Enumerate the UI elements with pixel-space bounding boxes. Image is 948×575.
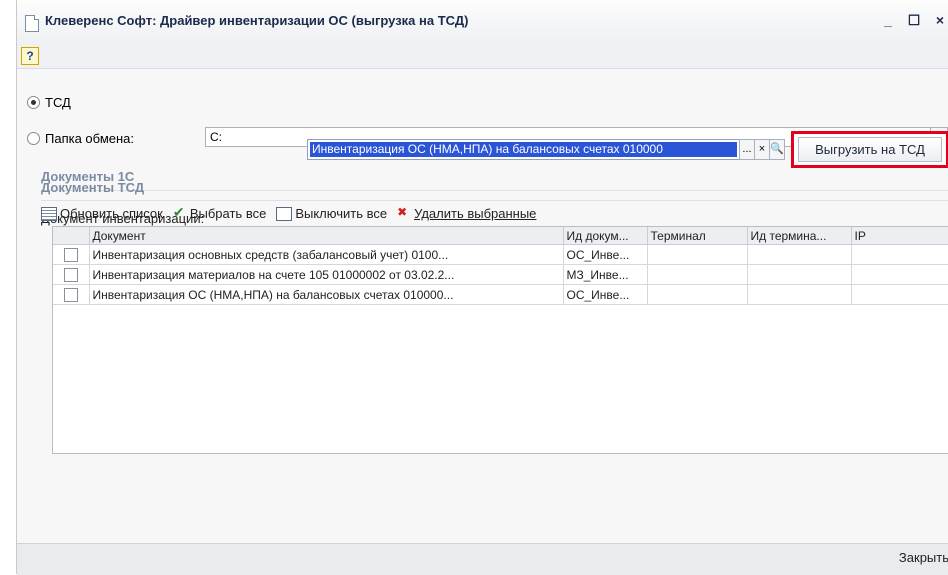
tsd-documents-table: Документ Ид докум... Терминал Ид термина… xyxy=(52,226,948,454)
table-cell-doc-id: ОС_Инве... xyxy=(563,284,648,305)
close-window-button[interactable]: × xyxy=(931,10,948,30)
column-header-terminal[interactable]: Терминал xyxy=(647,227,748,245)
table-cell-terminal-id xyxy=(747,264,852,285)
table-cell-document: Инвентаризация ОС (НМА,НПА) на балансовы… xyxy=(89,284,564,305)
tsd-command-bar: Обновить список Выбрать все Выключить вс… xyxy=(41,204,537,222)
deselect-all-label: Выключить все xyxy=(295,206,388,221)
row-checkbox[interactable] xyxy=(63,267,78,282)
refresh-list-label: Обновить список xyxy=(60,206,163,221)
table-row[interactable]: Инвентаризация материалов на счете 105 0… xyxy=(53,264,948,285)
row-checkbox-cell[interactable] xyxy=(53,284,90,305)
column-header-document[interactable]: Документ xyxy=(89,227,564,245)
inventory-document-field[interactable]: Инвентаризация ОС (НМА,НПА) на балансовы… xyxy=(307,139,740,160)
table-cell-terminal xyxy=(647,264,748,285)
column-header-checkbox xyxy=(53,227,90,245)
open-document-icon[interactable]: 🔍 xyxy=(769,139,785,160)
table-cell-terminal-id xyxy=(747,284,852,305)
minimize-button[interactable]: _ xyxy=(879,10,897,30)
table-cell-document: Инвентаризация основных средств (забалан… xyxy=(89,244,564,265)
row-checkbox[interactable] xyxy=(63,287,78,302)
table-cell-doc-id: ОС_Инве... xyxy=(563,244,648,265)
delete-selected-label: Удалить выбранные xyxy=(414,206,537,221)
inventory-document-value: Инвентаризация ОС (НМА,НПА) на балансовы… xyxy=(310,142,737,157)
radio-folder-row[interactable]: Папка обмена: xyxy=(27,131,134,146)
radio-tsd[interactable] xyxy=(27,96,40,109)
table-cell-ip xyxy=(851,244,948,265)
uncheck-all-icon xyxy=(276,206,293,221)
table-cell-doc-id: МЗ_Инве... xyxy=(563,264,648,285)
clear-document-button[interactable]: × xyxy=(754,139,770,160)
table-row[interactable]: Инвентаризация ОС (НМА,НПА) на балансовы… xyxy=(53,284,948,305)
title-bar: Клеверенс Софт: Драйвер инвентаризации О… xyxy=(17,0,948,45)
row-checkbox[interactable] xyxy=(63,247,78,262)
table-cell-document: Инвентаризация материалов на счете 105 0… xyxy=(89,264,564,285)
radio-tsd-label: ТСД xyxy=(45,95,71,110)
bottom-bar: Закрыть xyxy=(17,543,948,575)
help-icon[interactable]: ? xyxy=(21,47,39,65)
maximize-button[interactable]: ☐ xyxy=(905,10,923,30)
refresh-list-button[interactable]: Обновить список xyxy=(41,206,163,221)
column-header-terminal-id[interactable]: Ид термина... xyxy=(747,227,852,245)
radio-folder-label: Папка обмена: xyxy=(45,131,135,146)
deselect-all-button[interactable]: Выключить все xyxy=(276,206,387,221)
section-divider xyxy=(41,190,948,191)
radio-folder[interactable] xyxy=(27,132,40,145)
section-divider xyxy=(41,200,948,201)
table-row[interactable]: Инвентаризация основных средств (забалан… xyxy=(53,244,948,265)
delete-selected-button[interactable]: Удалить выбранные xyxy=(397,205,537,222)
column-header-ip[interactable]: IP xyxy=(851,227,948,245)
delete-icon xyxy=(397,205,411,220)
window: Клеверенс Софт: Драйвер инвентаризации О… xyxy=(16,0,948,575)
choose-document-button[interactable]: ... xyxy=(739,139,755,160)
radio-tsd-row[interactable]: ТСД xyxy=(27,95,71,110)
table-cell-terminal-id xyxy=(747,244,852,265)
table-cell-terminal xyxy=(647,284,748,305)
close-button[interactable]: Закрыть xyxy=(899,550,948,565)
document-icon xyxy=(25,15,39,32)
toolbar: ? xyxy=(17,44,948,69)
list-icon xyxy=(41,206,57,221)
table-cell-terminal xyxy=(647,244,748,265)
table-cell-ip xyxy=(851,264,948,285)
select-all-button[interactable]: Выбрать все xyxy=(173,204,267,222)
select-all-label: Выбрать все xyxy=(189,206,267,221)
column-header-doc-id[interactable]: Ид докум... xyxy=(563,227,648,245)
upload-to-tsd-button[interactable]: Выгрузить на ТСД xyxy=(798,137,942,162)
upload-highlight-box: Выгрузить на ТСД xyxy=(791,131,948,168)
table-header-row: Документ Ид докум... Терминал Ид термина… xyxy=(53,227,948,245)
section-title-docs-tsd: Документы ТСД xyxy=(41,180,145,195)
form-content: ТСД Папка обмена: C: ... Документы 1С До… xyxy=(17,69,948,543)
window-title: Клеверенс Софт: Драйвер инвентаризации О… xyxy=(45,13,469,28)
row-checkbox-cell[interactable] xyxy=(53,244,90,265)
row-checkbox-cell[interactable] xyxy=(53,264,90,285)
table-cell-ip xyxy=(851,284,948,305)
check-all-icon xyxy=(173,204,187,221)
